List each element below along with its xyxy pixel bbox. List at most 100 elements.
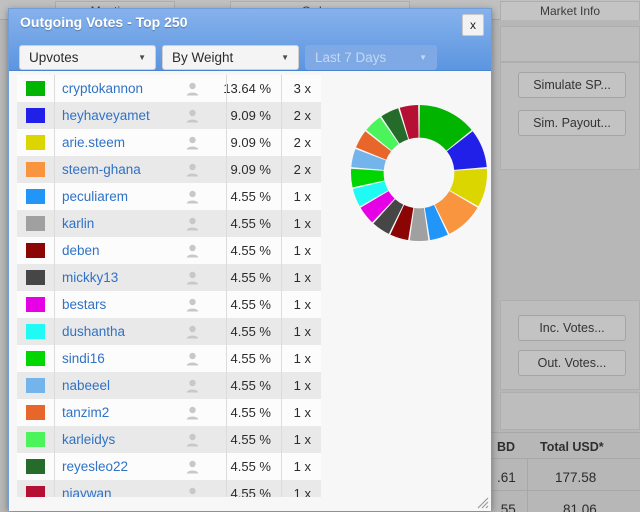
account-name-link[interactable]: njaywan xyxy=(62,486,112,498)
person-icon[interactable] xyxy=(175,163,209,177)
column-divider xyxy=(281,237,282,264)
color-swatch xyxy=(26,297,45,312)
filter-dropdown[interactable]: Upvotes ▼ xyxy=(19,45,156,70)
account-name-link[interactable]: deben xyxy=(62,243,100,258)
account-name-link[interactable]: heyhaveyamet xyxy=(62,108,150,123)
account-name-link[interactable]: sindi16 xyxy=(62,351,105,366)
account-name-link[interactable]: reyesleo22 xyxy=(62,459,128,474)
account-name-cell: peculiarem xyxy=(54,188,175,206)
table-row[interactable]: peculiarem 4.55 % 1 x xyxy=(17,183,321,210)
color-swatch-cell xyxy=(17,237,54,264)
account-name-link[interactable]: mickky13 xyxy=(62,270,118,285)
chevron-down-icon: ▼ xyxy=(138,52,146,62)
percent-cell: 4.55 % xyxy=(230,324,271,339)
count-cell: 1 x xyxy=(293,297,311,312)
column-divider xyxy=(281,453,282,480)
background-tab[interactable]: Market Info xyxy=(500,1,640,20)
account-name-cell: karleidys xyxy=(54,431,175,449)
background-table-rule-bottom xyxy=(492,490,640,491)
background-button[interactable]: Simulate SP... xyxy=(518,72,626,98)
filter-dropdown-label: By Weight xyxy=(172,50,234,65)
column-divider xyxy=(226,75,227,102)
table-row[interactable]: arie.steem 9.09 % 2 x xyxy=(17,129,321,156)
table-row[interactable]: karlin 4.55 % 1 x xyxy=(17,210,321,237)
person-icon[interactable] xyxy=(175,379,209,393)
votes-list-rows: cryptokannon 13.64 % 3 x heyhaveyamet 9.09 %… xyxy=(17,75,321,497)
account-name-link[interactable]: tanzim2 xyxy=(62,405,109,420)
table-row[interactable]: mickky13 4.55 % 1 x xyxy=(17,264,321,291)
person-icon[interactable] xyxy=(175,271,209,285)
color-swatch-cell xyxy=(17,291,54,318)
table-row[interactable]: cryptokannon 13.64 % 3 x xyxy=(17,75,321,102)
person-icon[interactable] xyxy=(175,190,209,204)
column-divider xyxy=(54,399,55,426)
person-icon[interactable] xyxy=(175,352,209,366)
table-row[interactable]: nabeeel 4.55 % 1 x xyxy=(17,372,321,399)
person-icon[interactable] xyxy=(175,244,209,258)
account-name-link[interactable]: peculiarem xyxy=(62,189,128,204)
table-row[interactable]: bestars 4.55 % 1 x xyxy=(17,291,321,318)
account-name-link[interactable]: arie.steem xyxy=(62,135,125,150)
column-divider xyxy=(281,210,282,237)
table-row[interactable]: steem-ghana 9.09 % 2 x xyxy=(17,156,321,183)
chevron-down-icon: ▼ xyxy=(281,52,289,62)
person-icon[interactable] xyxy=(175,433,209,447)
column-divider xyxy=(226,453,227,480)
column-divider xyxy=(226,210,227,237)
background-button[interactable]: Inc. Votes... xyxy=(518,315,626,341)
color-swatch-cell xyxy=(17,399,54,426)
column-divider xyxy=(54,372,55,399)
person-icon[interactable] xyxy=(175,109,209,123)
percent-cell: 4.55 % xyxy=(230,459,271,474)
close-icon[interactable]: x xyxy=(462,14,484,36)
account-name-link[interactable]: cryptokannon xyxy=(62,81,143,96)
account-name-cell: dushantha xyxy=(54,323,175,341)
column-divider xyxy=(54,102,55,129)
column-divider xyxy=(281,345,282,372)
count-cell: 1 x xyxy=(293,270,311,285)
person-icon[interactable] xyxy=(175,136,209,150)
filter-dropdown-label: Upvotes xyxy=(29,50,79,65)
color-swatch xyxy=(26,405,45,420)
votes-list[interactable]: cryptokannon 13.64 % 3 x heyhaveyamet 9.09 %… xyxy=(17,75,321,497)
account-name-link[interactable]: bestars xyxy=(62,297,106,312)
count-cell: 1 x xyxy=(293,486,311,497)
column-divider xyxy=(54,264,55,291)
account-name-link[interactable]: nabeeel xyxy=(62,378,110,393)
table-row[interactable]: tanzim2 4.55 % 1 x xyxy=(17,399,321,426)
table-row[interactable]: njaywan 4.55 % 1 x xyxy=(17,480,321,497)
person-icon[interactable] xyxy=(175,460,209,474)
resize-grip-icon[interactable] xyxy=(477,497,489,509)
account-name-link[interactable]: dushantha xyxy=(62,324,125,339)
person-icon[interactable] xyxy=(175,406,209,420)
person-icon[interactable] xyxy=(175,217,209,231)
column-divider xyxy=(54,291,55,318)
person-icon[interactable] xyxy=(175,298,209,312)
color-swatch xyxy=(26,351,45,366)
person-icon[interactable] xyxy=(175,82,209,96)
count-cell: 1 x xyxy=(293,459,311,474)
percent-cell: 13.64 % xyxy=(223,81,271,96)
count-cell: 2 x xyxy=(293,162,311,177)
account-name-link[interactable]: karleidys xyxy=(62,432,115,447)
person-icon[interactable] xyxy=(175,487,209,498)
column-divider xyxy=(226,183,227,210)
column-divider xyxy=(54,453,55,480)
background-table-header: BD xyxy=(497,440,516,454)
table-row[interactable]: reyesleo22 4.55 % 1 x xyxy=(17,453,321,480)
filter-dropdown[interactable]: By Weight ▼ xyxy=(162,45,299,70)
background-button[interactable]: Sim. Payout... xyxy=(518,110,626,136)
account-name-link[interactable]: karlin xyxy=(62,216,94,231)
background-panel-spacer xyxy=(500,392,640,430)
dialog-titlebar[interactable]: Outgoing Votes - Top 250 x Upvotes ▼ By We… xyxy=(9,9,491,71)
background-panel-votes xyxy=(500,300,640,390)
table-row[interactable]: deben 4.55 % 1 x xyxy=(17,237,321,264)
color-swatch xyxy=(26,432,45,447)
table-row[interactable]: dushantha 4.55 % 1 x xyxy=(17,318,321,345)
table-row[interactable]: sindi16 4.55 % 1 x xyxy=(17,345,321,372)
account-name-link[interactable]: steem-ghana xyxy=(62,162,141,177)
person-icon[interactable] xyxy=(175,325,209,339)
table-row[interactable]: heyhaveyamet 9.09 % 2 x xyxy=(17,102,321,129)
table-row[interactable]: karleidys 4.55 % 1 x xyxy=(17,426,321,453)
background-button[interactable]: Out. Votes... xyxy=(518,350,626,376)
